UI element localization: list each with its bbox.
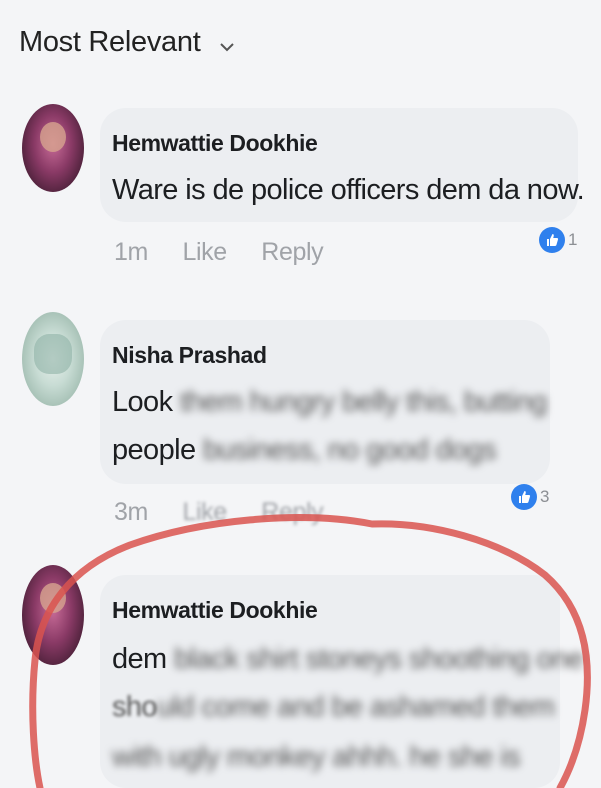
comment-bubble: Hemwattie Dookhie dem black shirt stoney… xyxy=(100,575,584,788)
comment-text: Ware is de police officers dem da now. xyxy=(112,174,585,207)
comment-meta: 1m Like Reply xyxy=(114,238,351,267)
reaction-count: 3 xyxy=(540,487,550,506)
reaction-summary[interactable]: 3 xyxy=(511,484,549,510)
comment-text-visible: sho xyxy=(112,691,158,723)
comment-author[interactable]: Hemwattie Dookhie xyxy=(112,597,318,624)
comment-meta: 3m Like Reply xyxy=(114,498,351,527)
comment-text-blurred: uld come and be ashamed them xyxy=(156,691,555,723)
comment-bubble: Nisha Prashad Look them hungry belly thi… xyxy=(100,320,550,484)
sort-label: Most Relevant xyxy=(19,26,201,58)
comment-time: 1m xyxy=(114,238,148,266)
comment-bubble: Hemwattie Dookhie Ware is de police offi… xyxy=(100,108,585,222)
avatar[interactable] xyxy=(22,104,84,192)
comment-text-visible: people xyxy=(112,434,203,466)
comment-text-line: with ugly monkey ahhh. he she is xyxy=(112,741,521,774)
comment-text-line: dem black shirt stoneys shoothing one xyxy=(112,643,584,676)
comment-text-blurred: black shirt stoneys shoothing one xyxy=(174,643,584,675)
reply-button[interactable]: Reply xyxy=(261,238,323,266)
like-reaction-icon xyxy=(511,484,537,510)
comment-text-visible: Ware is de police officers dem da now. xyxy=(112,174,585,206)
reaction-count: 1 xyxy=(568,230,578,249)
comment-author[interactable]: Hemwattie Dookhie xyxy=(112,130,318,157)
chevron-down-icon xyxy=(220,27,234,60)
comment-text-line: people business, no good dogs xyxy=(112,434,497,467)
comment-author[interactable]: Nisha Prashad xyxy=(112,342,267,369)
avatar[interactable] xyxy=(22,565,84,665)
sort-dropdown[interactable]: Most Relevant xyxy=(19,26,234,60)
reply-button[interactable]: Reply xyxy=(261,498,323,526)
comment-text-blurred: business, no good dogs xyxy=(202,434,497,466)
comment-text-visible: dem xyxy=(112,643,175,675)
reaction-summary[interactable]: 1 xyxy=(539,227,577,253)
avatar[interactable] xyxy=(22,312,84,406)
like-reaction-icon xyxy=(539,227,565,253)
like-button[interactable]: Like xyxy=(182,498,227,526)
comment-text-blurred: with ugly monkey ahhh. he she is xyxy=(112,741,521,773)
comment-text-line: Look them hungry belly this, butting xyxy=(112,386,547,419)
comment-text-line: should come and be ashamed them xyxy=(112,691,555,724)
comment-text-visible: Look xyxy=(112,386,180,418)
comment-text-blurred: them hungry belly this, butting xyxy=(179,386,547,418)
comment-time: 3m xyxy=(114,498,148,526)
like-button[interactable]: Like xyxy=(182,238,227,266)
